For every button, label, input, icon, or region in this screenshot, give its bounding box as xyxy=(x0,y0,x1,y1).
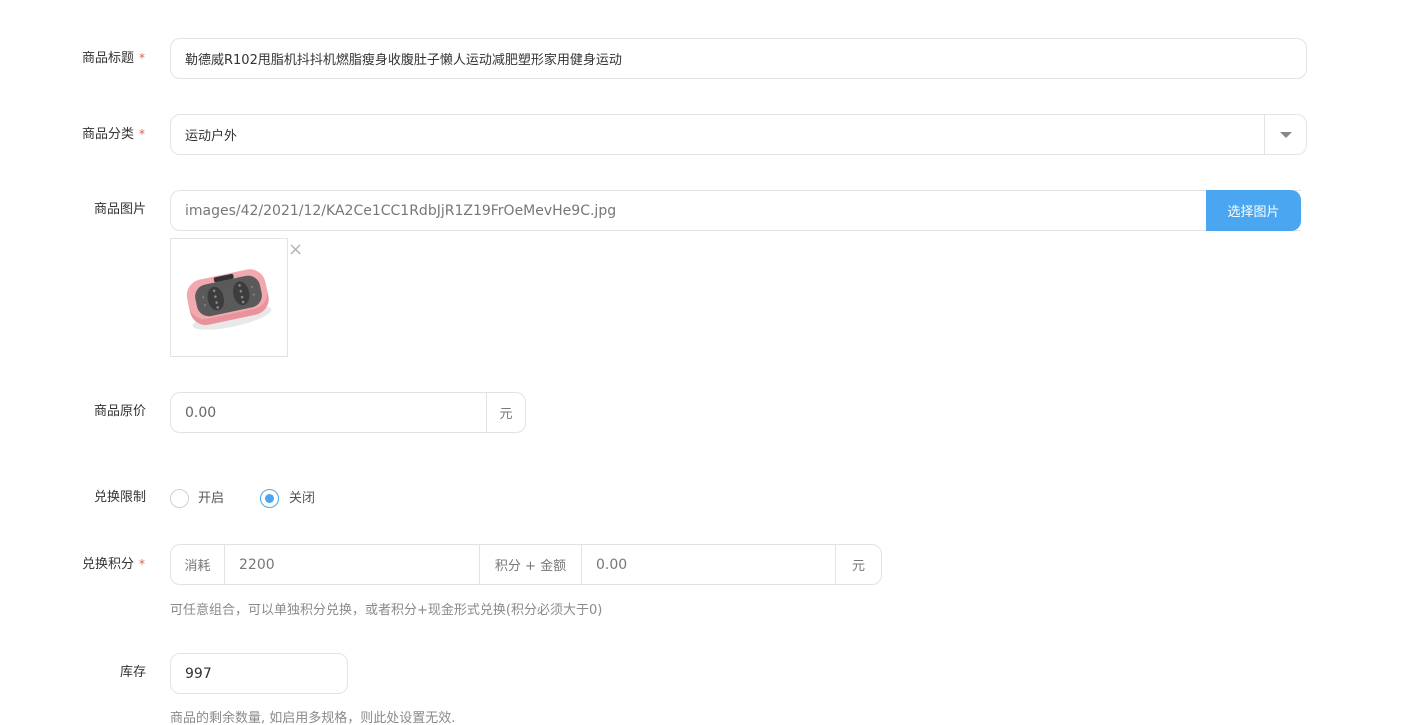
consume-prefix: 消耗 xyxy=(184,559,211,574)
exchange-limit-label: 兑换限制 xyxy=(93,490,146,505)
choose-image-button[interactable]: 选择图片 xyxy=(1206,190,1301,231)
required-mark: * xyxy=(139,127,145,141)
exchange-points-label: 兑换积分 * xyxy=(81,557,145,572)
points-input[interactable]: 2200 xyxy=(224,545,479,584)
category-dropdown-toggle[interactable] xyxy=(1264,115,1306,154)
category-label: 商品分类 * xyxy=(81,127,145,142)
product-image-thumbnail xyxy=(170,238,288,357)
title-input-value: 勒德威R102甩脂机抖抖机燃脂瘦身收腹肚子懒人运动减肥塑形家用健身运动 xyxy=(185,53,622,68)
required-mark: * xyxy=(139,51,145,65)
title-label: 商品标题 * xyxy=(81,51,145,66)
points-hint: 可任意组合，可以单独积分兑换，或者积分+现金形式兑换(积分必须大于0) xyxy=(170,603,603,618)
chevron-down-icon xyxy=(1279,131,1292,138)
image-label: 商品图片 xyxy=(93,202,146,217)
points-plus-amount-addon: 积分 + 金额 xyxy=(479,545,581,584)
required-mark: * xyxy=(139,557,145,571)
amount-unit: 元 xyxy=(835,545,881,584)
close-icon[interactable]: × xyxy=(288,241,303,259)
price-value: 0.00 xyxy=(185,404,217,421)
title-input[interactable]: 勒德威R102甩脂机抖抖机燃脂瘦身收腹肚子懒人运动减肥塑形家用健身运动 xyxy=(170,38,1307,79)
stock-label: 库存 xyxy=(119,665,146,680)
limit-off-label[interactable]: 关闭 xyxy=(289,489,315,509)
limit-on-radio[interactable] xyxy=(170,489,189,508)
stock-hint: 商品的剩余数量, 如启用多规格，则此处设置无效. xyxy=(170,711,456,725)
original-price-input[interactable]: 0.00 元 xyxy=(170,392,526,433)
image-path-value: images/42/2021/12/KA2Ce1CC1RdbJjR1Z19FrO… xyxy=(185,202,617,219)
image-path-input[interactable]: images/42/2021/12/KA2Ce1CC1RdbJjR1Z19FrO… xyxy=(170,190,1301,231)
category-select[interactable]: 运动户外 xyxy=(170,114,1307,155)
vibration-machine-image xyxy=(186,268,272,330)
amount-input[interactable]: 0.00 xyxy=(581,545,836,584)
limit-on-label[interactable]: 开启 xyxy=(198,489,224,509)
limit-off-radio[interactable] xyxy=(260,489,279,508)
category-selected-value: 运动户外 xyxy=(185,129,238,144)
price-unit: 元 xyxy=(486,393,525,432)
points-amount-group: 消耗 2200 积分 + 金额 0.00 元 xyxy=(170,544,882,585)
price-label: 商品原价 xyxy=(93,404,146,419)
stock-input[interactable]: 997 xyxy=(170,653,348,694)
stock-value: 997 xyxy=(185,665,212,682)
